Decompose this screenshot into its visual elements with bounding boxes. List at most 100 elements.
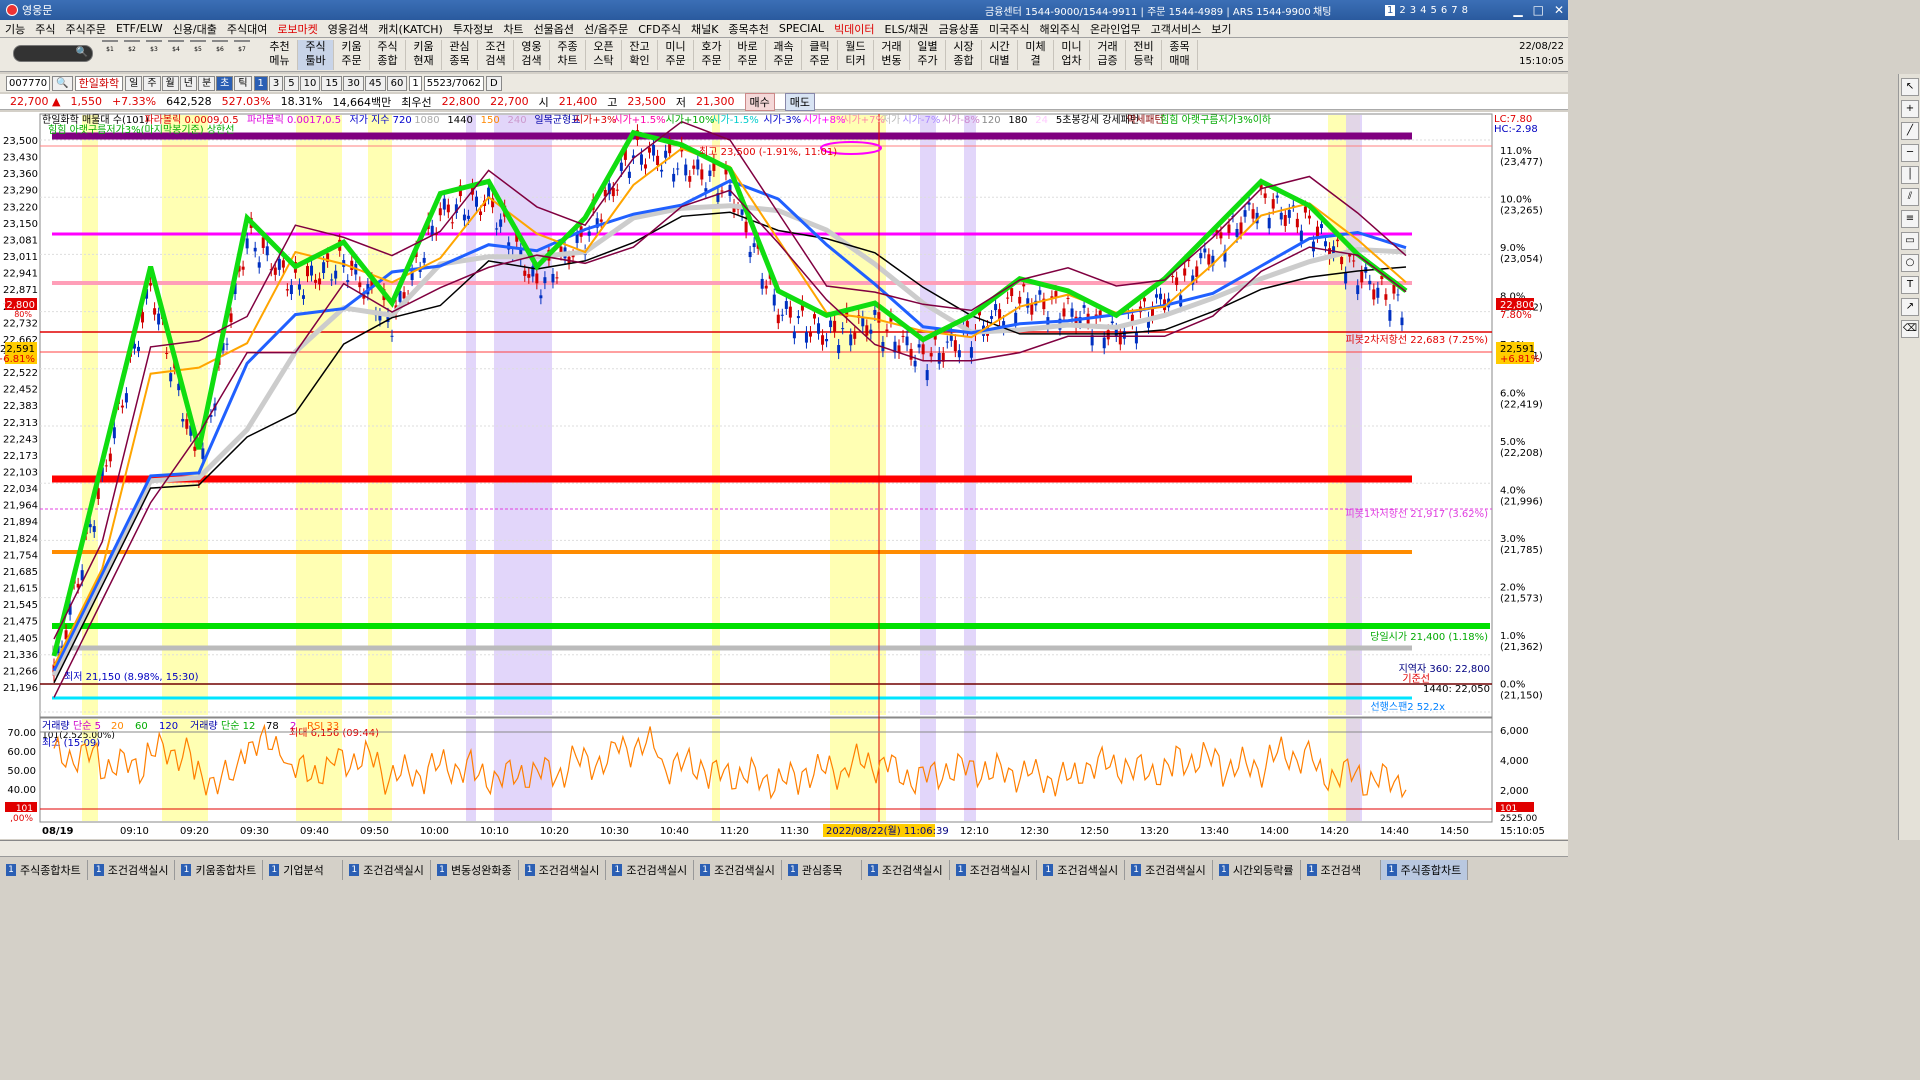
toolbar-button[interactable]: 미체 결 <box>1018 40 1054 70</box>
hline-icon[interactable]: ─ <box>1901 144 1919 162</box>
toolbar-button[interactable]: 시장 종합 <box>946 40 982 70</box>
period-button[interactable]: 틱 <box>234 75 252 91</box>
legend-item[interactable]: 1080 <box>414 115 439 126</box>
rect-icon[interactable]: ▭ <box>1901 232 1919 250</box>
legend-item[interactable]: 시가-8% <box>942 114 980 126</box>
page-button[interactable]: 7 <box>1451 5 1457 16</box>
eraser-icon[interactable]: ⌫ <box>1901 320 1919 338</box>
task-item[interactable]: 1 주식종합차트 <box>0 859 88 880</box>
quick-icon[interactable]: $1 <box>100 40 120 58</box>
toolbar-button[interactable]: 괘속 주문 <box>766 40 802 70</box>
toolbar-button[interactable]: 클릭 주문 <box>802 40 838 70</box>
menu-item[interactable]: 투자정보 <box>448 21 498 37</box>
toolbar-button[interactable]: 미니 업차 <box>1054 40 1090 70</box>
period-button[interactable]: 주 <box>143 75 161 91</box>
interval-button[interactable]: 15 <box>321 75 343 91</box>
toolbar-button[interactable]: 영웅 검색 <box>514 40 550 70</box>
period-button[interactable]: 년 <box>179 75 197 91</box>
quick-icon[interactable]: $5 <box>188 40 208 58</box>
task-item[interactable]: 1 키움종합차트 <box>175 859 264 880</box>
maximize-icon[interactable]: □ <box>1533 3 1544 17</box>
buy-button[interactable]: 매수 <box>744 92 775 111</box>
menu-item[interactable]: 선물옵션 <box>529 21 579 37</box>
legend-item[interactable]: 저가 지수 720 <box>350 114 412 126</box>
period-button[interactable]: 초 <box>216 75 234 91</box>
count-input[interactable]: 1 <box>409 75 422 91</box>
task-item[interactable]: 1 조건검색 <box>1301 859 1381 880</box>
toolbar-button[interactable]: 호가 주문 <box>694 40 730 70</box>
toolbar-button[interactable]: 월드 티커 <box>838 40 874 70</box>
toolbar-button[interactable]: 조건 검색 <box>478 40 514 70</box>
legend-item[interactable]: 시가+8% <box>803 114 846 126</box>
page-button[interactable]: 4 <box>1420 5 1426 16</box>
period-button[interactable]: 분 <box>197 75 216 91</box>
sub-legend-item[interactable]: 60 <box>135 721 148 732</box>
task-item[interactable]: 1 시간외등락률 <box>1213 859 1301 880</box>
search-input[interactable]: 🔍 <box>13 45 93 62</box>
menu-item[interactable]: 빅데이터 <box>829 21 879 37</box>
legend-item[interactable]: 힘힘 아랫구름저가3%이하 <box>1160 113 1271 126</box>
menu-item[interactable]: 신용/대출 <box>168 21 222 37</box>
sub-legend-item[interactable]: 거래량 <box>190 720 218 732</box>
toolbar-button[interactable]: 거래 급증 <box>1090 40 1126 70</box>
legend-item[interactable]: 24 <box>1035 115 1048 126</box>
period-button[interactable]: 일 <box>125 75 143 91</box>
circle-icon[interactable]: ○ <box>1901 254 1919 272</box>
legend-item[interactable]: 150 <box>481 115 500 126</box>
quick-icon[interactable]: $6 <box>210 40 230 58</box>
price-chart[interactable]: 한일화학 매물대 수(101)파라볼릭 0.0009,0.5 파라볼릭 0.001… <box>0 112 1568 839</box>
quick-icon[interactable]: $3 <box>144 40 164 58</box>
legend-item[interactable]: 240 <box>508 115 527 126</box>
d-checkbox[interactable]: D <box>486 75 502 91</box>
task-item[interactable]: 1 조건검색실시 <box>606 859 695 880</box>
page-button[interactable]: 8 <box>1462 5 1468 16</box>
menu-item[interactable]: 채널K <box>686 21 723 37</box>
legend-item[interactable]: 파라볼릭 0.0017,0.5 <box>247 114 341 126</box>
task-item[interactable]: 1 관심종목 <box>782 859 862 880</box>
menu-item[interactable]: 금융상품 <box>934 21 984 37</box>
page-button[interactable]: 3 <box>1410 5 1416 16</box>
arrow-icon[interactable]: ↗ <box>1901 298 1919 316</box>
crosshair-icon[interactable]: + <box>1901 100 1919 118</box>
trendline-icon[interactable]: ╱ <box>1901 122 1919 140</box>
toolbar-button[interactable]: 종목 매매 <box>1162 40 1198 70</box>
toolbar-button[interactable]: 추천 메뉴 <box>262 40 298 70</box>
menu-item[interactable]: 고객서비스 <box>1146 21 1207 37</box>
period-button[interactable]: 월 <box>161 75 179 91</box>
task-item[interactable]: 1 조건검색실시 <box>519 859 607 880</box>
toolbar-button[interactable]: 오픈 스탁 <box>586 40 622 70</box>
page-button[interactable]: 5 <box>1431 5 1437 16</box>
legend-item[interactable]: 180 <box>1008 115 1027 126</box>
search-icon[interactable]: 🔍 <box>52 75 73 91</box>
vline-icon[interactable]: │ <box>1901 166 1919 184</box>
stock-name[interactable]: 한일화학 <box>74 75 124 91</box>
menu-item[interactable]: CFD주식 <box>633 21 686 37</box>
menu-item[interactable]: 캐치(KATCH) <box>373 21 448 37</box>
menu-item[interactable]: 로보마켓 <box>272 21 322 37</box>
menu-item[interactable]: 미국주식 <box>984 21 1034 37</box>
legend-item[interactable]: 시가+1.5% <box>613 114 665 126</box>
interval-button[interactable]: 1 <box>253 75 268 91</box>
task-item[interactable]: 1 조건검색실시 <box>1037 859 1126 880</box>
toolbar-button[interactable]: 미니 주문 <box>658 40 694 70</box>
toolbar-button[interactable]: 바로 주문 <box>730 40 766 70</box>
task-item[interactable]: 1 기업분석 <box>263 859 344 880</box>
page-button[interactable]: 2 <box>1399 5 1405 16</box>
task-item[interactable]: 1 조건검색실시 <box>343 859 431 880</box>
menu-item[interactable]: ELS/채권 <box>880 21 934 37</box>
toolbar-button[interactable]: 전비 등락 <box>1126 40 1162 70</box>
task-item[interactable]: 1 조건검색실시 <box>1125 859 1213 880</box>
code-input[interactable]: 007770 <box>6 75 51 91</box>
toolbar-button[interactable]: 주식 툴바 <box>298 40 334 70</box>
chat-button[interactable]: 채팅 <box>1313 3 1331 18</box>
menu-item[interactable]: 보기 <box>1206 21 1236 37</box>
quick-icon[interactable]: $4 <box>166 40 186 58</box>
legend-item[interactable]: 시가+3% <box>574 114 617 126</box>
task-item[interactable]: 1 조건검색실시 <box>694 859 782 880</box>
legend-item[interactable]: 시가-3% <box>763 114 801 126</box>
interval-button[interactable]: 45 <box>364 75 386 91</box>
toolbar-button[interactable]: 일별 주가 <box>910 40 946 70</box>
toolbar-button[interactable]: 키움 주문 <box>334 40 370 70</box>
quick-icon[interactable]: $7 <box>232 40 252 58</box>
legend-item[interactable]: 시가-1.5% <box>711 114 758 126</box>
